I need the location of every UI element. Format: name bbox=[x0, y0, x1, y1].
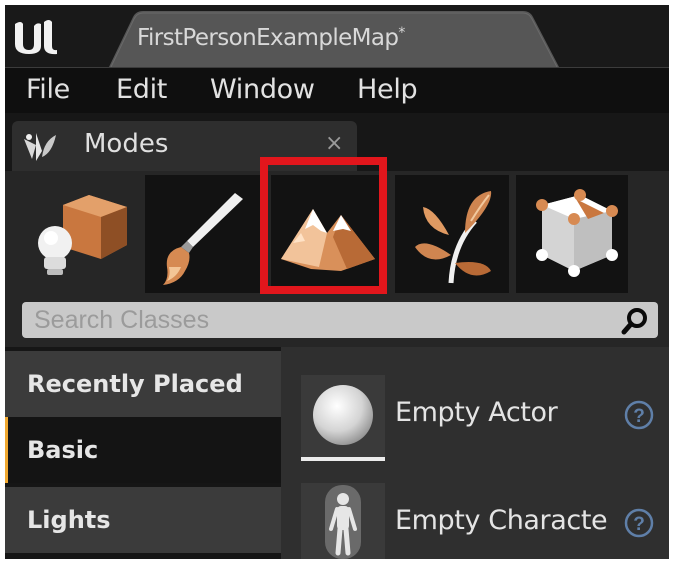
geometry-cube-icon bbox=[536, 189, 618, 277]
help-glyph: ? bbox=[633, 514, 645, 535]
item-label: Empty Actor bbox=[395, 397, 558, 428]
close-tab-icon[interactable]: × bbox=[325, 131, 343, 156]
sphere-icon bbox=[313, 385, 373, 445]
search-row bbox=[5, 299, 669, 347]
character-icon bbox=[325, 485, 361, 559]
place-actor-icon bbox=[38, 195, 127, 275]
placeable-items-list: Empty Actor ? Empty Characte ? bbox=[281, 347, 669, 559]
category-basic[interactable]: Basic bbox=[5, 417, 281, 483]
modes-icon bbox=[24, 133, 56, 161]
list-item[interactable]: Empty Characte ? bbox=[301, 483, 657, 559]
unreal-logo-icon bbox=[15, 20, 57, 55]
help-icon[interactable]: ? bbox=[623, 399, 655, 431]
item-label: Empty Characte bbox=[395, 505, 608, 536]
menu-edit[interactable]: Edit bbox=[116, 74, 167, 105]
list-item[interactable]: Empty Actor ? bbox=[301, 375, 657, 461]
foliage-mode-button[interactable] bbox=[395, 175, 509, 293]
menu-help[interactable]: Help bbox=[357, 74, 418, 105]
unsaved-marker: * bbox=[398, 25, 405, 41]
category-recently-placed[interactable]: Recently Placed bbox=[5, 351, 281, 417]
place-mode-button[interactable] bbox=[11, 175, 139, 293]
empty-character-thumbnail bbox=[301, 483, 385, 559]
landscape-mode-highlight bbox=[260, 157, 387, 294]
modes-tab-label: Modes bbox=[84, 129, 169, 159]
editor-window: FirstPersonExampleMap* File Edit Window … bbox=[5, 5, 669, 559]
help-icon[interactable]: ? bbox=[623, 507, 655, 539]
menu-file[interactable]: File bbox=[26, 74, 70, 105]
category-lights[interactable]: Lights bbox=[5, 487, 281, 553]
menu-bar: File Edit Window Help bbox=[5, 67, 669, 114]
map-name: FirstPersonExampleMap bbox=[137, 25, 399, 51]
paint-mode-button[interactable] bbox=[145, 175, 260, 293]
paint-brush-icon bbox=[163, 193, 243, 285]
empty-actor-thumbnail bbox=[301, 375, 385, 461]
document-tab-label: FirstPersonExampleMap* bbox=[137, 25, 405, 51]
menu-window[interactable]: Window bbox=[210, 74, 315, 105]
search-icon[interactable] bbox=[621, 307, 649, 335]
geometry-mode-button[interactable] bbox=[516, 175, 628, 293]
title-bar: FirstPersonExampleMap* bbox=[5, 5, 669, 67]
foliage-leaf-icon bbox=[415, 191, 492, 284]
search-classes-input[interactable] bbox=[22, 302, 658, 338]
category-list: Recently Placed Basic Lights bbox=[5, 347, 281, 559]
help-glyph: ? bbox=[633, 406, 645, 427]
